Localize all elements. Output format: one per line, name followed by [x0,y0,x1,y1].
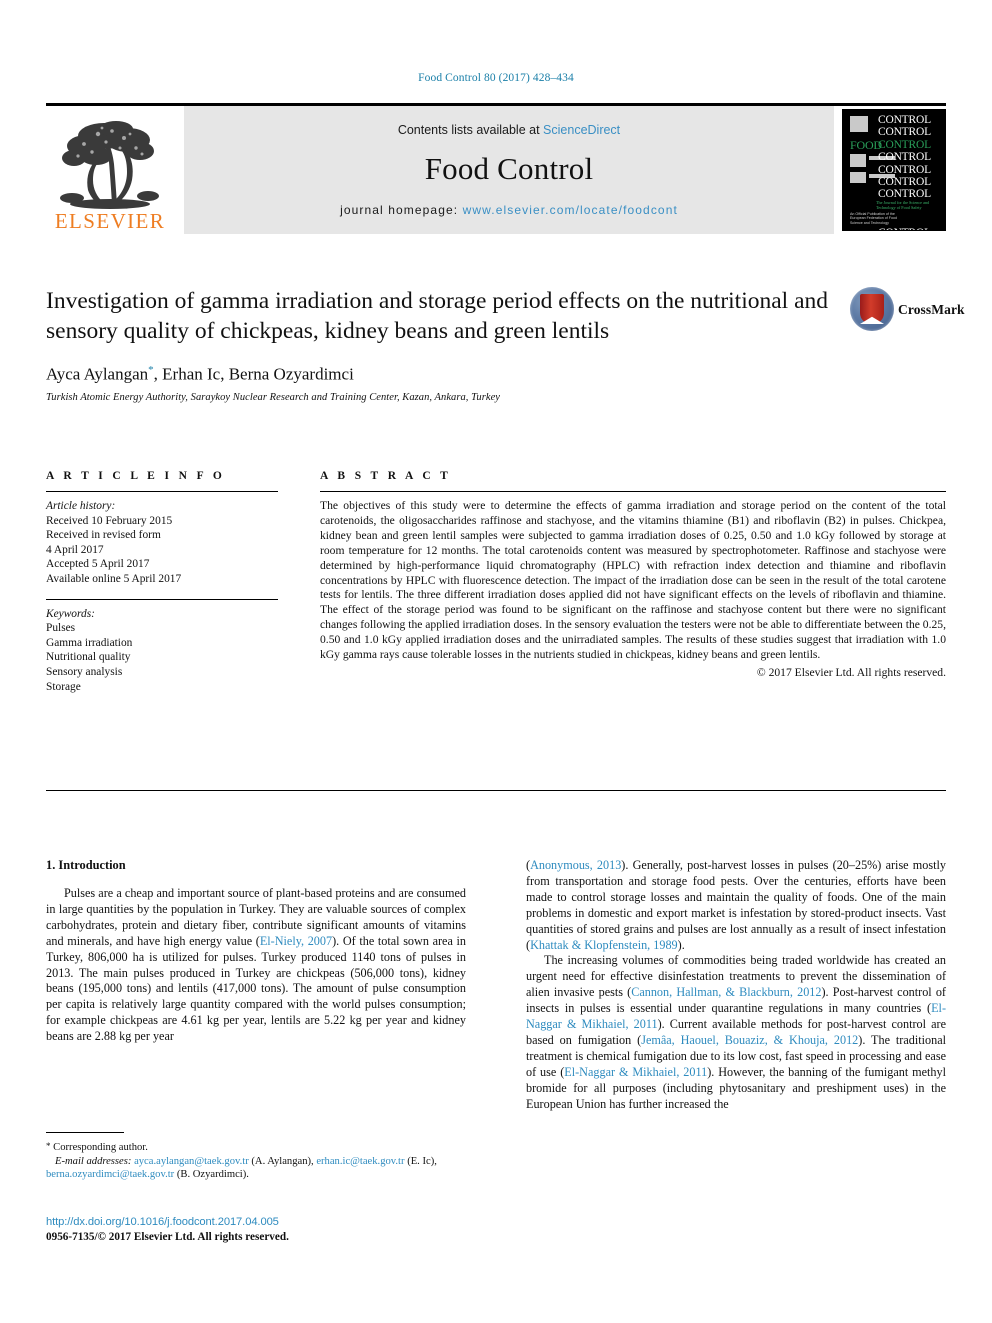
footnote-star: * [46,1141,51,1151]
keywords-label: Keywords: [46,607,95,620]
author-list: Ayca Aylangan*, Erhan Ic, Berna Ozyardim… [46,364,946,385]
history-item: 4 April 2017 [46,543,104,556]
citation-link[interactable]: Jemâa, Haouel, Bouaziz, & Khouja, 2012 [641,1033,858,1047]
abstract-heading: A B S T R A C T [320,470,452,482]
history-item: Received in revised form [46,529,161,542]
doi-block: http://dx.doi.org/10.1016/j.foodcont.201… [46,1216,546,1243]
crossmark-label: CrossMark [898,302,965,317]
email-owner-1: (A. Aylangan), [251,1155,314,1167]
cover-word-green: CONTROL [878,138,931,151]
cover-image-box-2 [850,172,866,183]
article-info-column: A R T I C L E I N F O Article history: R… [46,470,278,694]
keywords-rule [46,598,278,600]
article-history-block: Article history: Received 10 February 20… [46,499,278,587]
keyword-item: Gamma irradiation [46,636,133,649]
contents-prefix: Contents lists available at [397,123,540,137]
abstract-bottom-rule [46,790,946,791]
sciencedirect-link[interactable]: ScienceDirect [543,123,620,137]
cover-subtitle: The Journal for the Science and Technolo… [876,200,930,210]
journal-homepage-line: journal homepage: www.elsevier.com/locat… [340,203,678,217]
cover-word: CONTROL [878,227,942,230]
intro-paragraph-left: Pulses are a cheap and important source … [46,886,466,1045]
intro-text-b: ). Of the total sown area in Turkey, 806… [46,933,466,1044]
corresponding-author-note: * Corresponding author. [46,1140,466,1155]
article-info-heading: A R T I C L E I N F O [46,470,226,482]
cover-image-box-1 [850,154,866,167]
history-item: Received 10 February 2015 [46,514,173,527]
body-columns: 1. Introduction Pulses are a cheap and i… [46,858,946,1113]
crossmark-badge-icon [850,287,894,331]
author-others: , Erhan Ic, Berna Ozyardimci [153,364,354,384]
abstract-copyright: © 2017 Elsevier Ltd. All rights reserved… [756,665,946,679]
intro-text-d: ). [677,937,685,952]
journal-masthead: ELSEVIER Contents lists available at Sci… [46,103,946,236]
citation-link[interactable]: Khattak & Klopfenstein, 1989 [530,938,678,952]
keyword-item: Pulses [46,622,76,635]
cover-word: CONTROL [878,151,931,164]
abstract-rule [320,491,946,492]
email-owner-3: (B. Ozyardimci). [176,1169,249,1181]
citation-link[interactable]: El-Naggar & Mikhaiel, 2011 [564,1065,707,1079]
footnote-rule [46,1132,124,1133]
email-label: E-mail addresses: [55,1155,132,1167]
email-owner-2: (E. Ic), [407,1155,437,1167]
citation-link[interactable]: El-Niely, 2007 [260,934,332,948]
crossmark-widget[interactable]: CrossMark [850,287,965,333]
citation-link[interactable]: Anonymous, 2013 [530,858,621,872]
cover-word: CONTROL [878,163,931,176]
corresponding-author-text: Corresponding author. [53,1142,148,1153]
abstract-column: A B S T R A C T The objectives of this s… [320,470,946,694]
cover-word: CONTROL [878,126,931,139]
doi-link[interactable]: http://dx.doi.org/10.1016/j.foodcont.201… [46,1216,546,1228]
cover-logo-box [850,116,868,132]
section-heading-introduction: 1. Introduction [46,858,126,872]
email-addresses-note: E-mail addresses: ayca.aylangan@taek.gov… [46,1155,466,1182]
keyword-item: Storage [46,680,81,693]
email-link-2[interactable]: erhan.ic@taek.gov.tr [316,1156,404,1167]
elsevier-logo: ELSEVIER [46,106,174,234]
author-primary: Ayca Aylangan [46,364,149,384]
issn-copyright-line: 0956-7135/© 2017 Elsevier Ltd. All right… [46,1231,289,1243]
page-title: Investigation of gamma irradiation and s… [46,288,829,344]
homepage-url-link[interactable]: www.elsevier.com/locate/foodcont [463,203,678,217]
affiliation: Turkish Atomic Energy Authority, Sarayko… [46,391,500,403]
cover-word: CONTROL [878,114,931,126]
journal-title: Food Control [424,151,594,186]
journal-cover-thumbnail: FOOD CONTROL CONTROL CONTROL CONTROL CON… [842,109,946,231]
email-link-3[interactable]: berna.ozyardimci@taek.gov.tr [46,1169,174,1180]
contents-lists-line: Contents lists available at ScienceDirec… [398,123,620,137]
cover-word: CONTROL [878,176,931,189]
elsevier-wordmark: ELSEVIER [54,209,166,233]
citation-link[interactable]: Cannon, Hallman, & Blackburn, 2012 [631,985,821,999]
elsevier-tree-icon [54,118,166,210]
intro-paragraph-right-2: The increasing volumes of commodities be… [526,953,946,1112]
keyword-item: Sensory analysis [46,665,123,678]
homepage-label: journal homepage: [340,203,459,217]
body-column-right: (Anonymous, 2013). Generally, post-harve… [526,858,946,1113]
body-column-left: 1. Introduction Pulses are a cheap and i… [46,858,466,1113]
cover-word: CONTROL [878,188,931,201]
cover-bottom-text: An Official Publication of the European … [850,211,897,225]
footnote-block: * Corresponding author. E-mail addresses… [46,1132,466,1182]
history-item: Available online 5 April 2017 [46,572,182,585]
history-item: Accepted 5 April 2017 [46,558,150,571]
title-block: Investigation of gamma irradiation and s… [46,287,965,403]
article-info-rule [46,491,278,492]
keyword-item: Nutritional quality [46,651,131,664]
abstract-text: The objectives of this study were to det… [320,499,946,662]
article-page: Food Control 80 (2017) 428–434 ELSEVIER … [0,0,992,1323]
running-head: Food Control 80 (2017) 428–434 [418,72,574,84]
email-link-1[interactable]: ayca.aylangan@taek.gov.tr [134,1156,249,1167]
info-abstract-region: A R T I C L E I N F O Article history: R… [46,470,946,694]
journal-band: Contents lists available at ScienceDirec… [184,106,834,234]
keywords-block: Keywords: Pulses Gamma irradiation Nutri… [46,607,278,695]
intro-paragraph-right-1: (Anonymous, 2013). Generally, post-harve… [526,858,946,953]
article-history-label: Article history: [46,500,116,512]
